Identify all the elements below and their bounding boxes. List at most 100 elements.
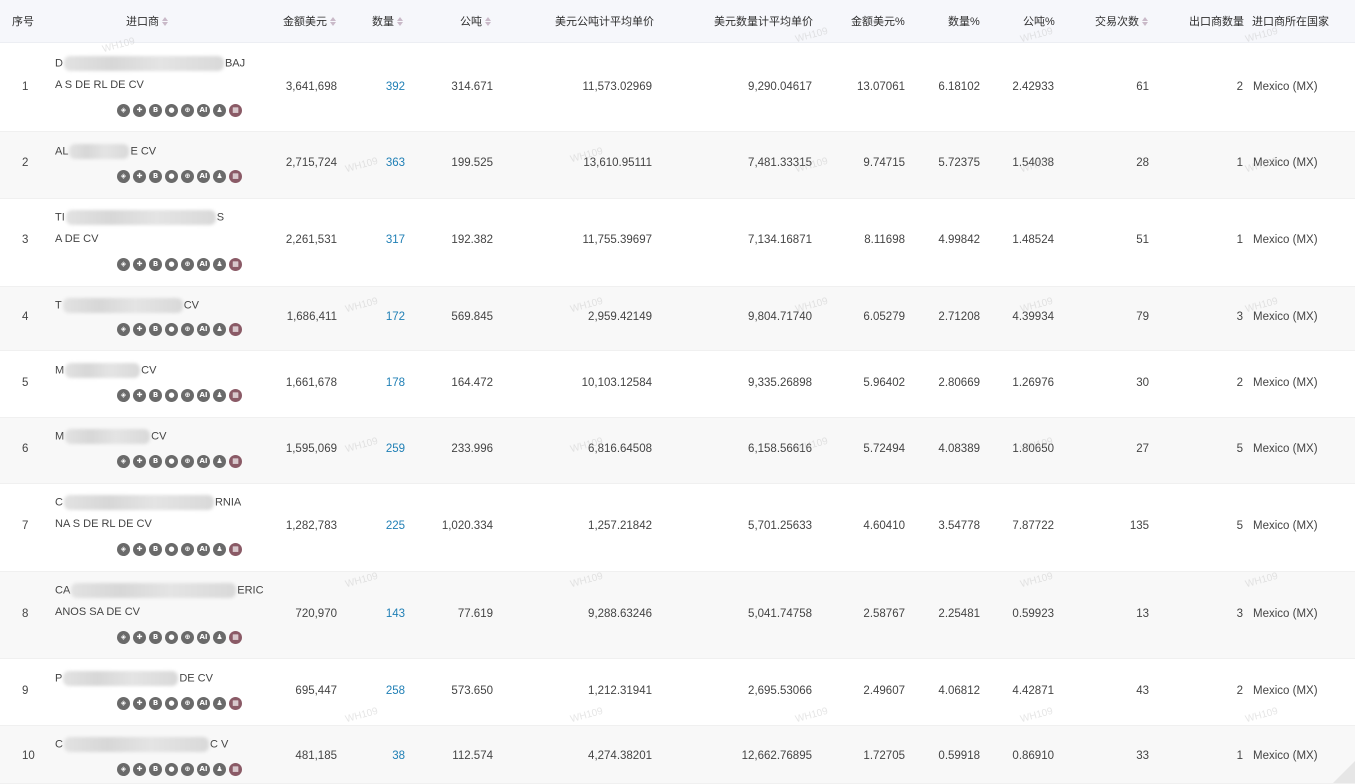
record-icon[interactable]: ●: [165, 258, 178, 271]
contacts-icon[interactable]: ♟: [213, 697, 226, 710]
flag-icon[interactable]: ▦: [229, 697, 242, 710]
flag-icon[interactable]: ▦: [229, 170, 242, 183]
ai-icon[interactable]: AI: [197, 455, 210, 468]
locate-icon[interactable]: ◈: [117, 763, 130, 776]
globe-icon[interactable]: ⊕: [181, 763, 194, 776]
record-icon[interactable]: ●: [165, 631, 178, 644]
record-icon[interactable]: ●: [165, 763, 178, 776]
locate-icon[interactable]: ◈: [117, 543, 130, 556]
quantity-link[interactable]: 143: [386, 608, 405, 620]
sort-icon[interactable]: [485, 16, 491, 26]
contacts-icon[interactable]: ♟: [213, 323, 226, 336]
header-amount-usd[interactable]: 金额美元: [283, 13, 336, 29]
table-row[interactable]: 8 720,970 143 77.619 9,288.63246 5,041.74758 2…: [0, 572, 1355, 659]
globe-icon[interactable]: ⊕: [181, 170, 194, 183]
table-row[interactable]: 5 1,661,678 178 164.472 10,103.12584 9,335.26…: [0, 351, 1355, 418]
ai-icon[interactable]: AI: [197, 631, 210, 644]
quantity-link[interactable]: 258: [386, 685, 405, 697]
flag-icon[interactable]: ▦: [229, 631, 242, 644]
globe-icon[interactable]: ⊕: [181, 258, 194, 271]
table-row[interactable]: 1 3,641,698 392 314.671 11,573.02969 9,290.04…: [0, 43, 1355, 132]
globe-icon[interactable]: ⊕: [181, 455, 194, 468]
table-row[interactable]: 6 1,595,069 259 233.996 6,816.64508 6,158.566…: [0, 418, 1355, 484]
compass-icon[interactable]: ✚: [133, 697, 146, 710]
compass-icon[interactable]: ✚: [133, 631, 146, 644]
importer-name[interactable]: AL E CV: [55, 144, 156, 159]
globe-icon[interactable]: ⊕: [181, 631, 194, 644]
ai-icon[interactable]: AI: [197, 543, 210, 556]
locate-icon[interactable]: ◈: [117, 697, 130, 710]
flag-icon[interactable]: ▦: [229, 389, 242, 402]
ai-icon[interactable]: AI: [197, 763, 210, 776]
table-row[interactable]: 10 481,185 38 112.574 4,274.38201 12,662.7689…: [0, 726, 1355, 784]
globe-icon[interactable]: ⊕: [181, 323, 194, 336]
quantity-link[interactable]: 225: [386, 520, 405, 532]
locate-icon[interactable]: ◈: [117, 389, 130, 402]
record-icon[interactable]: ●: [165, 697, 178, 710]
importer-name[interactable]: M CV: [55, 429, 166, 444]
ai-icon[interactable]: AI: [197, 104, 210, 117]
flag-icon[interactable]: ▦: [229, 543, 242, 556]
flag-icon[interactable]: ▦: [229, 258, 242, 271]
header-importer[interactable]: 进口商: [126, 13, 168, 29]
quantity-link[interactable]: 392: [386, 81, 405, 93]
importer-name-line2[interactable]: NA S DE RL DE CV: [55, 518, 152, 530]
locate-icon[interactable]: ◈: [117, 104, 130, 117]
record-icon[interactable]: ●: [165, 170, 178, 183]
ai-icon[interactable]: AI: [197, 697, 210, 710]
quantity-link[interactable]: 259: [386, 443, 405, 455]
flag-icon[interactable]: ▦: [229, 104, 242, 117]
bill-of-lading-icon[interactable]: B: [149, 455, 162, 468]
locate-icon[interactable]: ◈: [117, 323, 130, 336]
ai-icon[interactable]: AI: [197, 258, 210, 271]
importer-name[interactable]: P DE CV: [55, 671, 213, 686]
header-trades[interactable]: 交易次数: [1095, 13, 1148, 29]
sort-icon[interactable]: [1142, 16, 1148, 26]
contacts-icon[interactable]: ♟: [213, 258, 226, 271]
contacts-icon[interactable]: ♟: [213, 763, 226, 776]
table-row[interactable]: 3 2,261,531 317 192.382 11,755.39697 7,134.16…: [0, 199, 1355, 287]
sort-icon[interactable]: [330, 16, 336, 26]
table-row[interactable]: 2 2,715,724 363 199.525 13,610.95111 7,481.33…: [0, 132, 1355, 199]
sort-icon[interactable]: [162, 16, 168, 26]
importer-name[interactable]: D BAJ: [55, 56, 245, 71]
table-row[interactable]: 7 1,282,783 225 1,020.334 1,257.21842 5,701.2…: [0, 484, 1355, 572]
contacts-icon[interactable]: ♟: [213, 104, 226, 117]
locate-icon[interactable]: ◈: [117, 170, 130, 183]
bill-of-lading-icon[interactable]: B: [149, 697, 162, 710]
flag-icon[interactable]: ▦: [229, 763, 242, 776]
quantity-link[interactable]: 172: [386, 311, 405, 323]
record-icon[interactable]: ●: [165, 323, 178, 336]
globe-icon[interactable]: ⊕: [181, 104, 194, 117]
ai-icon[interactable]: AI: [197, 389, 210, 402]
table-row[interactable]: 4 1,686,411 172 569.845 2,959.42149 9,804.717…: [0, 287, 1355, 351]
importer-name[interactable]: CA ERIC: [55, 583, 264, 598]
contacts-icon[interactable]: ♟: [213, 170, 226, 183]
compass-icon[interactable]: ✚: [133, 258, 146, 271]
compass-icon[interactable]: ✚: [133, 323, 146, 336]
importer-name-line2[interactable]: ANOS SA DE CV: [55, 606, 140, 618]
importer-name[interactable]: M CV: [55, 363, 156, 378]
locate-icon[interactable]: ◈: [117, 258, 130, 271]
table-row[interactable]: 9 695,447 258 573.650 1,212.31941 2,695.53066…: [0, 659, 1355, 726]
importer-name[interactable]: CC V: [55, 737, 228, 752]
globe-icon[interactable]: ⊕: [181, 697, 194, 710]
locate-icon[interactable]: ◈: [117, 455, 130, 468]
importer-name[interactable]: C RNIA: [55, 495, 241, 510]
importer-name[interactable]: TI S: [55, 210, 224, 225]
contacts-icon[interactable]: ♟: [213, 631, 226, 644]
record-icon[interactable]: ●: [165, 455, 178, 468]
record-icon[interactable]: ●: [165, 389, 178, 402]
record-icon[interactable]: ●: [165, 104, 178, 117]
importer-name-line2[interactable]: A S DE RL DE CV: [55, 79, 144, 91]
flag-icon[interactable]: ▦: [229, 323, 242, 336]
compass-icon[interactable]: ✚: [133, 763, 146, 776]
bill-of-lading-icon[interactable]: B: [149, 543, 162, 556]
contacts-icon[interactable]: ♟: [213, 455, 226, 468]
ai-icon[interactable]: AI: [197, 323, 210, 336]
bill-of-lading-icon[interactable]: B: [149, 389, 162, 402]
quantity-link[interactable]: 178: [386, 377, 405, 389]
quantity-link[interactable]: 363: [386, 157, 405, 169]
compass-icon[interactable]: ✚: [133, 389, 146, 402]
header-quantity[interactable]: 数量: [372, 13, 403, 29]
